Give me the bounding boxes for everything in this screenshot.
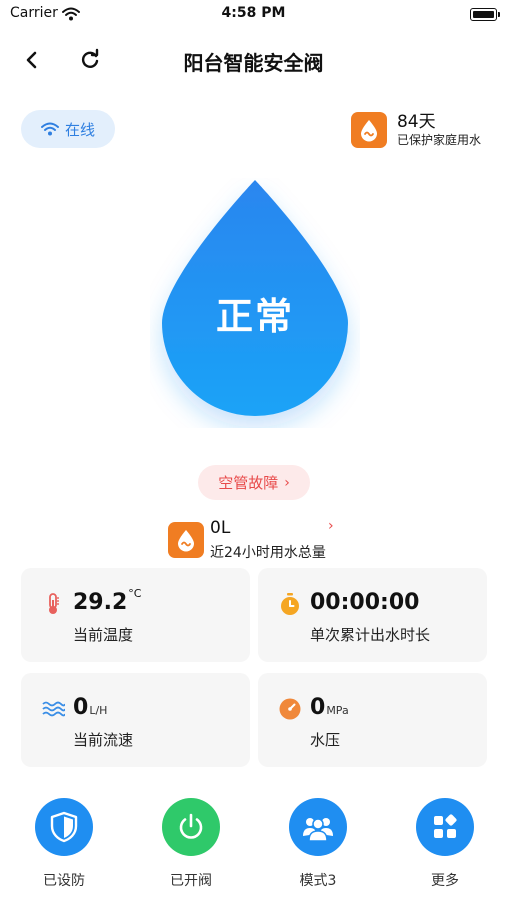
usage-value: 0L xyxy=(210,518,231,538)
flow-value-row: 0L/H xyxy=(73,695,107,720)
navigation-bar: 阳台智能安全阀 xyxy=(0,40,507,80)
valve-button[interactable]: 已开阀 xyxy=(151,798,231,890)
online-label: 在线 xyxy=(64,120,95,139)
pressure-value: 0 xyxy=(310,695,326,720)
temperature-value: 29.2 xyxy=(73,590,128,615)
pressure-unit: MPa xyxy=(326,704,349,717)
defense-label: 已设防 xyxy=(43,873,85,889)
defense-button[interactable]: 已设防 xyxy=(24,798,104,890)
temperature-unit: °C xyxy=(128,587,142,600)
duration-card: 00:00:00 单次累计出水时长 xyxy=(258,568,487,662)
chevron-right-icon: › xyxy=(284,474,290,491)
grid-icon xyxy=(416,798,474,856)
fault-alert-pill[interactable]: 空管故障 › xyxy=(198,465,310,500)
wifi-icon xyxy=(40,122,59,136)
duration-label: 单次累计出水时长 xyxy=(310,626,431,644)
shield-icon xyxy=(35,798,93,856)
temperature-value-row: 29.2°C xyxy=(73,587,142,615)
temperature-label: 当前温度 xyxy=(73,626,134,644)
flow-card: 0L/H 当前流速 xyxy=(21,673,250,767)
mode-label: 模式3 xyxy=(299,873,337,889)
protection-summary: 84天 已保护家庭用水 xyxy=(350,112,481,148)
duration-value: 00:00:00 xyxy=(310,590,420,615)
flow-label: 当前流速 xyxy=(73,731,134,749)
more-button[interactable]: 更多 xyxy=(405,798,485,890)
pressure-value-row: 0MPa xyxy=(310,695,349,720)
status-time: 4:58 PM xyxy=(221,5,286,21)
fault-label: 空管故障 xyxy=(218,474,279,492)
chevron-right-icon: › xyxy=(328,518,334,534)
usage-summary[interactable]: 0L › 近24小时用水总量 xyxy=(168,518,348,564)
power-icon xyxy=(162,798,220,856)
mode-button[interactable]: 模式3 xyxy=(278,798,358,890)
usage-label: 近24小时用水总量 xyxy=(210,545,326,561)
protection-days: 84天 xyxy=(396,112,436,132)
pressure-card: 0MPa 水压 xyxy=(258,673,487,767)
thermometer-icon xyxy=(49,593,59,614)
battery-icon xyxy=(470,8,500,21)
stopwatch-icon xyxy=(281,593,299,615)
waves-icon xyxy=(42,701,65,717)
status-drop: 正常 xyxy=(150,178,360,428)
valve-label: 已开阀 xyxy=(170,873,212,889)
pressure-label: 水压 xyxy=(310,731,341,749)
page-title: 阳台智能安全阀 xyxy=(183,51,324,75)
water-app-icon xyxy=(168,522,204,558)
flow-value: 0 xyxy=(73,695,89,720)
people-icon xyxy=(289,798,347,856)
water-app-icon xyxy=(350,112,387,148)
flow-unit: L/H xyxy=(89,704,108,717)
action-bar: 已设防 已开阀 模式3 更多 xyxy=(0,798,507,894)
status-bar: Carrier 4:58 PM xyxy=(0,0,507,28)
more-label: 更多 xyxy=(431,873,459,889)
online-status-pill[interactable]: 在线 xyxy=(21,110,115,148)
gauge-icon xyxy=(279,698,301,720)
temperature-card: 29.2°C 当前温度 xyxy=(21,568,250,662)
device-state: 正常 xyxy=(216,295,294,338)
protection-subtitle: 已保护家庭用水 xyxy=(396,133,481,147)
